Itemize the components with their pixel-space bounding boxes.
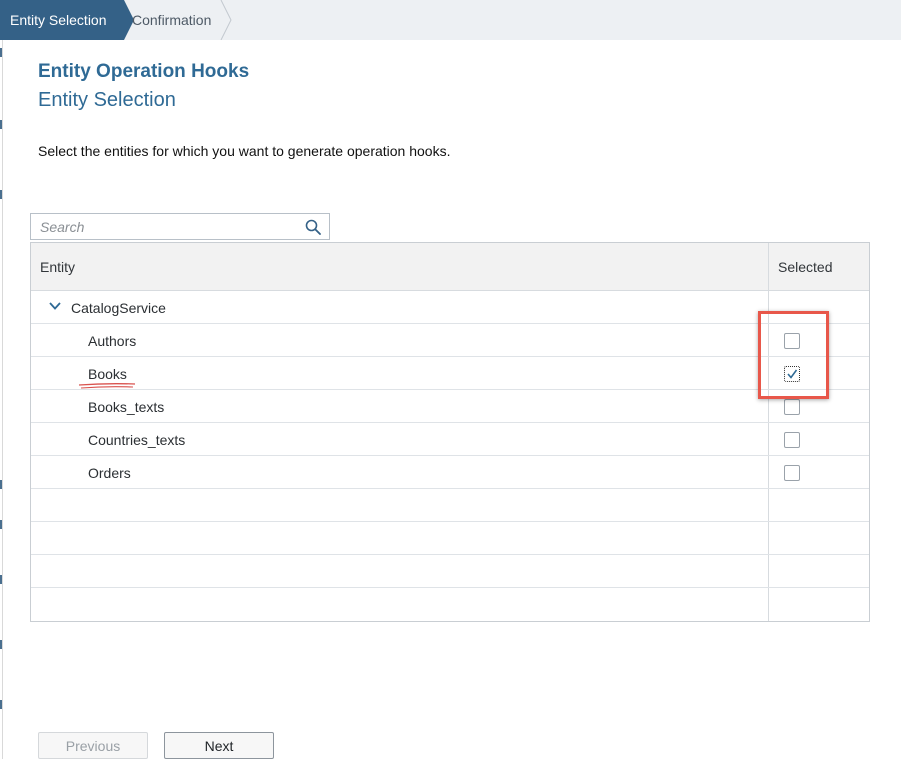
- entity-name: Orders: [88, 465, 131, 481]
- entity-name: Books: [88, 366, 127, 382]
- underline-annotation: [78, 383, 136, 389]
- group-label: CatalogService: [71, 300, 166, 316]
- table-header: Entity Selected: [31, 243, 869, 291]
- select-checkbox[interactable]: [784, 432, 800, 448]
- highlight-annotation-box: [758, 311, 829, 399]
- entity-table: Entity Selected CatalogService Authors B…: [30, 242, 870, 622]
- entity-name: Authors: [88, 333, 137, 349]
- select-checkbox[interactable]: [784, 465, 800, 481]
- table-row[interactable]: Orders: [31, 456, 869, 489]
- table-row[interactable]: Authors: [31, 324, 869, 357]
- edge-mark: [0, 120, 2, 129]
- edge-mark: [0, 480, 2, 489]
- page-subtitle: Entity Selection: [38, 89, 176, 111]
- empty-table-row: [31, 522, 869, 555]
- edge-mark: [0, 190, 2, 199]
- empty-table-row: [31, 555, 869, 588]
- search-input[interactable]: [31, 214, 291, 239]
- empty-table-row: [31, 489, 869, 522]
- next-button[interactable]: Next: [164, 732, 274, 759]
- wizard-step-label: Confirmation: [132, 12, 212, 28]
- column-header-selected[interactable]: Selected: [778, 259, 832, 275]
- table-row[interactable]: Books: [31, 357, 869, 390]
- wizard-progress-bar: Entity Selection Confirmation: [0, 0, 901, 40]
- table-group-row[interactable]: CatalogService: [31, 291, 869, 324]
- edge-mark: [0, 700, 2, 709]
- wizard-step-confirmation[interactable]: Confirmation: [124, 0, 232, 40]
- table-row[interactable]: Books_texts: [31, 390, 869, 423]
- empty-table-row: [31, 588, 869, 621]
- select-checkbox[interactable]: [784, 399, 800, 415]
- edge-mark: [0, 575, 2, 584]
- chevron-down-icon[interactable]: [49, 301, 61, 311]
- edge-mark: [0, 520, 2, 529]
- search-icon[interactable]: [305, 219, 321, 235]
- wizard-step-entity-selection[interactable]: Entity Selection: [0, 0, 134, 40]
- entity-name: Countries_texts: [88, 432, 186, 448]
- instruction-text: Select the entities for which you want t…: [38, 143, 451, 159]
- previous-button[interactable]: Previous: [38, 732, 148, 759]
- edge-mark: [0, 640, 2, 649]
- search-field[interactable]: [30, 213, 330, 240]
- table-row[interactable]: Countries_texts: [31, 423, 869, 456]
- column-header-entity[interactable]: Entity: [40, 259, 75, 275]
- step-separator-icon: [220, 0, 232, 40]
- entity-name: Books_texts: [88, 399, 165, 415]
- wizard-step-label: Entity Selection: [10, 12, 107, 28]
- edge-mark: [0, 48, 2, 57]
- page-title: Entity Operation Hooks: [38, 61, 250, 82]
